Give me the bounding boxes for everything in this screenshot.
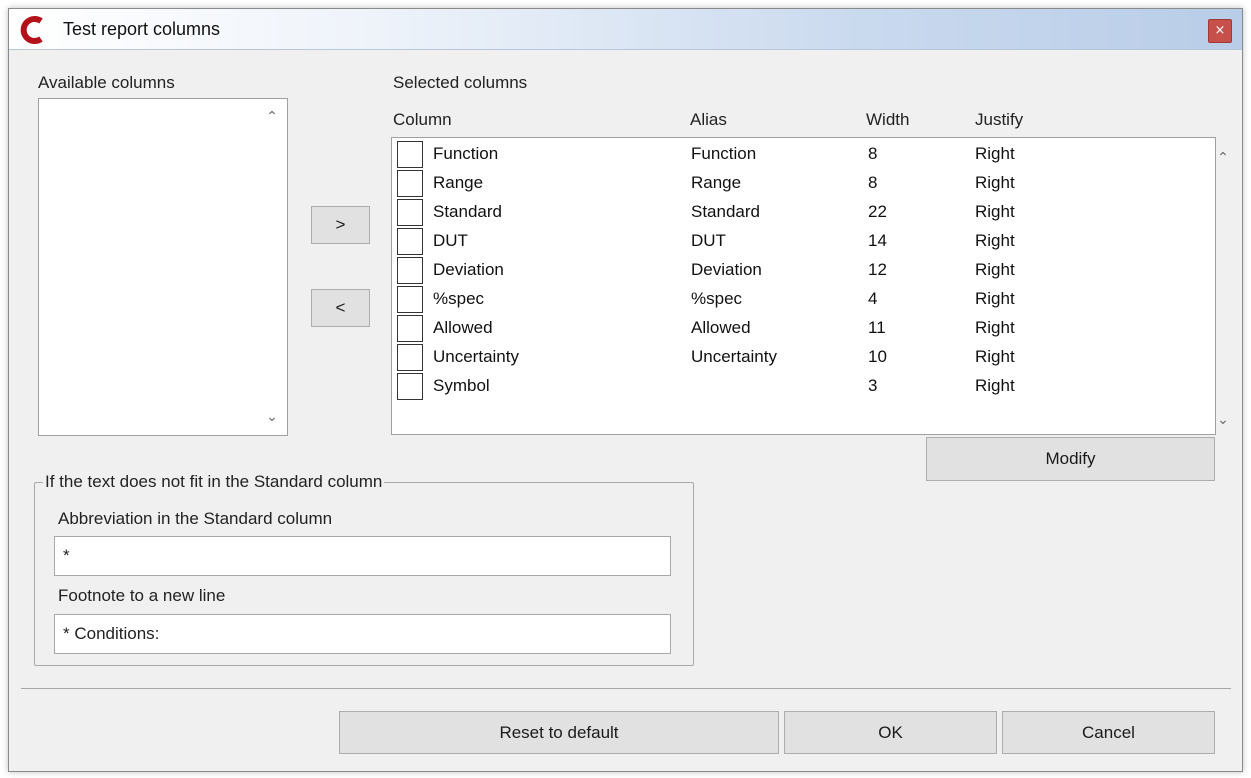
cell-width: 11 [868,318,886,337]
cell-column: %spec [433,289,485,308]
cell-alias: Range [691,173,742,192]
cell-justify: Right [975,318,1015,337]
abbreviation-label: Abbreviation in the Standard column [58,509,333,528]
cell-alias: Allowed [691,318,751,337]
row-checkbox[interactable] [397,344,423,371]
selected-columns-label: Selected columns [393,73,528,92]
available-columns-list[interactable]: ⌃ ⌄ [38,98,288,436]
chevron-down-icon[interactable]: ⌄ [264,409,280,425]
row-checkbox[interactable] [397,170,423,197]
column-header-justify: Justify [975,110,1024,129]
ok-button[interactable]: OK [784,711,997,754]
chevron-down-icon[interactable]: ⌄ [1215,412,1231,428]
cell-alias: DUT [691,231,726,250]
cell-justify: Right [975,173,1015,192]
title-bar[interactable]: Test report columns × [9,9,1242,50]
row-checkbox[interactable] [397,228,423,255]
add-column-button[interactable]: > [311,206,370,244]
cell-alias: Deviation [691,260,762,279]
table-row[interactable]: Range Range 8 Right [392,169,1172,198]
column-header-width: Width [866,110,910,129]
text-fit-group-legend: If the text does not fit in the Standard… [43,472,385,492]
column-header-alias: Alias [690,110,727,129]
cell-justify: Right [975,347,1015,366]
chevron-up-icon[interactable]: ⌃ [264,109,280,125]
modify-button[interactable]: Modify [926,437,1215,481]
cell-alias: Standard [691,202,760,221]
remove-column-button[interactable]: < [311,289,370,327]
cell-width: 22 [868,202,887,221]
cell-column: Deviation [433,260,504,279]
available-columns-label: Available columns [38,73,175,92]
cell-column: Range [433,173,484,192]
reset-to-default-button[interactable]: Reset to default [339,711,779,754]
cell-column: Uncertainty [433,347,519,366]
table-row[interactable]: Uncertainty Uncertainty 10 Right [392,343,1172,372]
column-header-column: Column [393,110,452,129]
table-row[interactable]: Standard Standard 22 Right [392,198,1172,227]
table-row[interactable]: Symbol 3 Right [392,372,1172,401]
cell-justify: Right [975,289,1015,308]
app-logo-icon [20,16,43,44]
cancel-button[interactable]: Cancel [1002,711,1215,754]
table-row[interactable]: %spec %spec 4 Right [392,285,1172,314]
table-row[interactable]: Function Function 8 Right [392,140,1172,169]
cell-width: 12 [868,260,887,279]
row-checkbox[interactable] [397,315,423,342]
selected-columns-list[interactable]: Function Function 8 Right Range Range 8 … [391,137,1229,435]
cell-width: 14 [868,231,887,250]
row-checkbox[interactable] [397,141,423,168]
cell-width: 3 [868,376,878,395]
cell-alias: Function [691,144,757,163]
footnote-input[interactable] [54,614,671,654]
cell-alias: Uncertainty [691,347,777,366]
footer-separator [21,688,1231,689]
dialog-window: Test report columns × Available columns … [8,8,1243,772]
table-row[interactable]: Deviation Deviation 12 Right [392,256,1172,285]
cell-column: DUT [433,231,468,250]
table-row[interactable]: DUT DUT 14 Right [392,227,1172,256]
cell-column: Function [433,144,499,163]
cell-column: Standard [433,202,502,221]
cell-justify: Right [975,231,1015,250]
cell-justify: Right [975,260,1015,279]
cell-column: Symbol [433,376,490,395]
table-row[interactable]: Allowed Allowed 11 Right [392,314,1172,343]
cell-width: 10 [868,347,887,366]
cell-justify: Right [975,144,1015,163]
row-checkbox[interactable] [397,257,423,284]
close-icon[interactable]: × [1208,19,1232,43]
cell-width: 4 [868,289,878,308]
cell-alias: %spec [691,289,743,308]
cell-justify: Right [975,202,1015,221]
cell-justify: Right [975,376,1015,395]
row-checkbox[interactable] [397,199,423,226]
row-checkbox[interactable] [397,286,423,313]
cell-width: 8 [868,144,878,163]
chevron-up-icon[interactable]: ⌃ [1215,150,1231,166]
row-checkbox[interactable] [397,373,423,400]
cell-width: 8 [868,173,878,192]
cell-column: Allowed [433,318,493,337]
footnote-label: Footnote to a new line [58,586,226,605]
abbreviation-input[interactable] [54,536,671,576]
window-title: Test report columns [63,19,221,39]
